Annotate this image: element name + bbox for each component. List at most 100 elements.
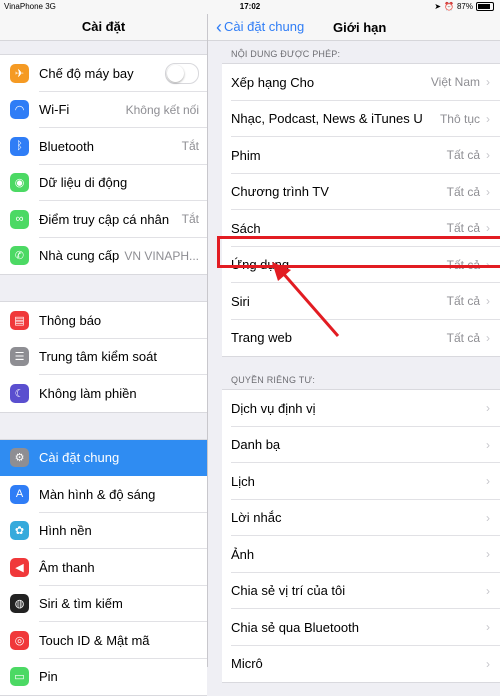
- sidebar-item-label: Điểm truy cập cá nhân: [39, 212, 182, 227]
- row-value: Thô tục: [440, 112, 480, 126]
- sidebar-item-khong-lam-phien[interactable]: ☾Không làm phiền: [0, 375, 207, 412]
- sidebar-item-label: Hình nền: [39, 523, 207, 538]
- row-label: Dịch vụ định vị: [231, 401, 486, 416]
- privacy-group: Dịch vụ định vị›Danh bạ›Lịch›Lời nhắc›Ản…: [222, 389, 500, 683]
- row-label: Chương trình TV: [231, 184, 447, 199]
- moon-icon: ☾: [10, 384, 29, 403]
- back-button[interactable]: ‹ Cài đặt chung: [216, 19, 304, 34]
- sidebar-item-label: Chế độ máy bay: [39, 66, 165, 81]
- row-value: Tất cả: [447, 185, 480, 199]
- cellular-icon: ◉: [10, 173, 29, 192]
- toggle-knob: [167, 65, 184, 82]
- row-value: Tất cả: [447, 331, 480, 345]
- battery-icon: [476, 2, 494, 11]
- sidebar-item-man-hinh-do-sang[interactable]: A Màn hình & độ sáng: [0, 476, 207, 513]
- restriction-row-trang-web[interactable]: Trang webTất cả ›: [222, 320, 500, 357]
- sidebar-item-thong-bao[interactable]: ▤ Thông báo: [0, 302, 207, 339]
- row-label: Sách: [231, 221, 447, 236]
- sidebar-item-am-thanh[interactable]: ◀ Âm thanh: [0, 549, 207, 586]
- sidebar-item-nha-cung-cap[interactable]: ✆Nhà cung cấpVN VINAPH...: [0, 238, 207, 275]
- sidebar-item-du-lieu-di-dong[interactable]: ◉ Dữ liệu di động: [0, 165, 207, 202]
- chevron-right-icon: ›: [486, 511, 490, 525]
- restriction-row-danh-ba[interactable]: Danh bạ›: [222, 427, 500, 464]
- fingerprint-icon: ◎: [10, 631, 29, 650]
- sidebar-item-label: Pin: [39, 669, 207, 684]
- chevron-right-icon: ›: [486, 331, 490, 345]
- restriction-row-micro[interactable]: Micrô›: [222, 646, 500, 683]
- restriction-row-chia-se-qua-bluetooth[interactable]: Chia sẻ qua Bluetooth›: [222, 609, 500, 646]
- display-icon: A: [10, 485, 29, 504]
- restriction-row-anh[interactable]: Ảnh›: [222, 536, 500, 573]
- airplane-icon: ✈: [10, 64, 29, 83]
- back-label: Cài đặt chung: [224, 19, 304, 34]
- restriction-row-chuong-trinh-tv[interactable]: Chương trình TVTất cả›: [222, 174, 500, 211]
- sidebar-item-cai-dat-chung[interactable]: ⚙ Cài đặt chung: [0, 440, 207, 477]
- sound-icon: ◀: [10, 558, 29, 577]
- chevron-right-icon: ›: [486, 221, 490, 235]
- sidebar-item-value: VN VINAPH...: [124, 249, 199, 263]
- sidebar-group: ▤ Thông báo ☰Trung tâm kiểm soát☾Không làm…: [0, 301, 207, 413]
- restriction-row-phim[interactable]: PhimTất cả ›: [222, 137, 500, 174]
- wifi-icon: ◠: [10, 100, 29, 119]
- battery-icon: ▭: [10, 667, 29, 686]
- gear-icon: ⚙: [10, 448, 29, 467]
- sidebar-item-label: Màn hình & độ sáng: [39, 487, 207, 502]
- highlight-box: [217, 236, 500, 268]
- chevron-right-icon: ›: [486, 620, 490, 634]
- sidebar-item-bluetooth[interactable]: ᛒBluetoothTắt: [0, 128, 207, 165]
- row-label: Xếp hạng Cho: [231, 75, 431, 90]
- restriction-row-siri[interactable]: SiriTất cả›: [222, 283, 500, 320]
- row-value: Việt Nam: [431, 75, 480, 89]
- sidebar-item-wi-fi[interactable]: ◠ Wi-FiKhông kết nối: [0, 92, 207, 129]
- restriction-row-chia-se-vi-tri-cua-toi[interactable]: Chia sẻ vị trí của tôi›: [222, 573, 500, 610]
- status-bar: VinaPhone 3G 17:02 ➤ ⏰ 87%: [0, 0, 500, 14]
- control-center-icon: ☰: [10, 347, 29, 366]
- section-header-privacy: QUYỀN RIÊNG TƯ:: [208, 371, 500, 389]
- row-value: Tất cả: [447, 294, 480, 308]
- sidebar-item-che-do-may-bay[interactable]: ✈ Chế độ máy bay: [0, 55, 207, 92]
- restriction-row-dich-vu-dinh-vi[interactable]: Dịch vụ định vị›: [222, 390, 500, 427]
- hotspot-icon: ∞: [10, 210, 29, 229]
- chevron-right-icon: ›: [486, 438, 490, 452]
- row-label: Lời nhắc: [231, 510, 486, 525]
- alarm-icon: ⏰: [444, 2, 454, 11]
- sidebar-item-label: Cài đặt chung: [39, 450, 207, 465]
- chevron-right-icon: ›: [486, 401, 490, 415]
- chevron-right-icon: ›: [486, 75, 490, 89]
- restriction-row-nhac-podcast-news-itunes-u[interactable]: Nhạc, Podcast, News & iTunes UThô tục›: [222, 101, 500, 138]
- chevron-right-icon: ›: [486, 547, 490, 561]
- row-label: Trang web: [231, 330, 447, 345]
- sidebar-item-label: Âm thanh: [39, 560, 207, 575]
- sidebar-item-diem-truy-cap-ca-nhan[interactable]: ∞ Điểm truy cập cá nhânTắt: [0, 201, 207, 238]
- chevron-right-icon: ›: [486, 584, 490, 598]
- bluetooth-icon: ᛒ: [10, 137, 29, 156]
- row-label: Chia sẻ vị trí của tôi: [231, 583, 486, 598]
- chevron-left-icon: ‹: [216, 20, 222, 34]
- sidebar-item-label: Nhà cung cấp: [39, 248, 124, 263]
- row-value: Tất cả: [447, 221, 480, 235]
- sidebar-item-trung-tam-kiem-soat[interactable]: ☰Trung tâm kiểm soát: [0, 339, 207, 376]
- sidebar-item-label: Thông báo: [39, 313, 207, 328]
- sidebar-item-label: Dữ liệu di động: [39, 175, 207, 190]
- sidebar-item-siri-tim-kiem[interactable]: ◍ Siri & tìm kiếm: [0, 586, 207, 623]
- sidebar-item-hinh-nen[interactable]: ✿Hình nền: [0, 513, 207, 550]
- sidebar-item-value: Tắt: [182, 212, 199, 226]
- row-value: Tất cả: [447, 148, 480, 162]
- sidebar-item-label: Wi-Fi: [39, 102, 126, 117]
- sidebar-item-value: Không kết nối: [126, 103, 199, 117]
- row-label: Nhạc, Podcast, News & iTunes U: [231, 111, 440, 126]
- location-icon: ➤: [434, 2, 441, 11]
- row-label: Micrô: [231, 656, 486, 671]
- chevron-right-icon: ›: [486, 148, 490, 162]
- notifications-icon: ▤: [10, 311, 29, 330]
- restriction-row-loi-nhac[interactable]: Lời nhắc›: [222, 500, 500, 537]
- restriction-row-xep-hang-cho[interactable]: Xếp hạng ChoViệt Nam ›: [222, 64, 500, 101]
- sidebar-item-touch-id-mat-ma[interactable]: ◎Touch ID & Mật mã: [0, 622, 207, 659]
- siri-icon: ◍: [10, 594, 29, 613]
- sidebar-item-pin[interactable]: ▭ Pin: [0, 659, 207, 696]
- row-label: Phim: [231, 148, 447, 163]
- allowed-content-group: Xếp hạng ChoViệt Nam › Nhạc, Podcast, News…: [222, 63, 500, 357]
- airplane-mode-toggle[interactable]: [165, 63, 199, 84]
- sidebar-item-label: Siri & tìm kiếm: [39, 596, 207, 611]
- restriction-row-lich[interactable]: Lịch›: [222, 463, 500, 500]
